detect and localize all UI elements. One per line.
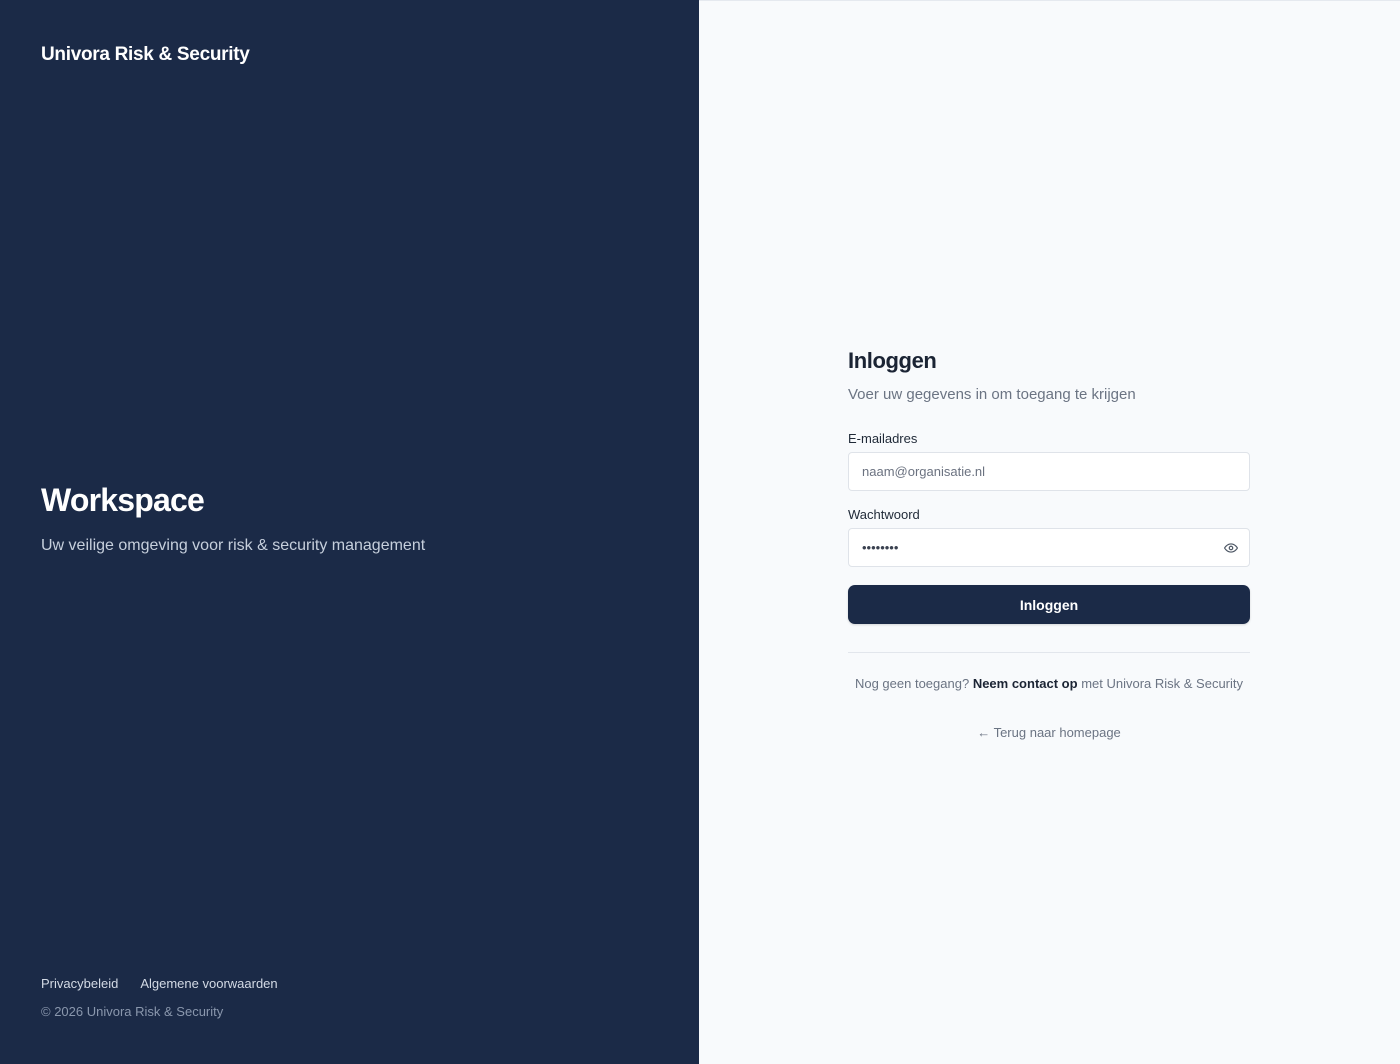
- hero-subtitle: Uw veilige omgeving voor risk & security…: [41, 537, 426, 554]
- login-page: Univora Risk & Security Workspace Uw vei…: [0, 0, 1400, 1064]
- email-field[interactable]: [849, 453, 1249, 490]
- contact-suffix: met Univora Risk & Security: [1081, 676, 1244, 691]
- brand-panel: Univora Risk & Security Workspace Uw vei…: [0, 0, 699, 1064]
- eye-icon[interactable]: [1224, 541, 1238, 555]
- password-field-box: [848, 528, 1250, 567]
- back-to-homepage-link[interactable]: ← Terug naar homepage: [848, 725, 1250, 740]
- email-field-box: [848, 452, 1250, 491]
- contact-link[interactable]: Neem contact op: [973, 676, 1078, 691]
- form-panel: Inloggen Voer uw gegevens in om toegang …: [699, 0, 1400, 1064]
- email-label: E-mailadres: [848, 431, 918, 446]
- terms-link[interactable]: Algemene voorwaarden: [140, 976, 277, 991]
- password-label: Wachtwoord: [848, 507, 920, 522]
- contact-prefix: Nog geen toegang?: [854, 676, 970, 691]
- form-subtitle: Voer uw gegevens in om toegang te krijge…: [848, 386, 1136, 403]
- footer-links: Privacybeleid Algemene voorwaarden: [41, 976, 278, 991]
- brand-name: Univora Risk & Security: [41, 44, 250, 65]
- login-button[interactable]: Inloggen: [848, 585, 1250, 624]
- copyright: © 2026 Univora Risk & Security: [41, 1004, 224, 1019]
- hero-title: Workspace: [41, 482, 205, 518]
- contact-line: Nog geen toegang? Neem contact op met Un…: [848, 676, 1250, 691]
- form-title: Inloggen: [848, 348, 937, 373]
- privacy-link[interactable]: Privacybeleid: [41, 976, 118, 991]
- login-form: Inloggen Voer uw gegevens in om toegang …: [848, 348, 1250, 740]
- divider: [848, 652, 1250, 653]
- password-field[interactable]: [849, 529, 1249, 566]
- hero: Workspace Uw veilige omgeving voor risk …: [41, 482, 425, 555]
